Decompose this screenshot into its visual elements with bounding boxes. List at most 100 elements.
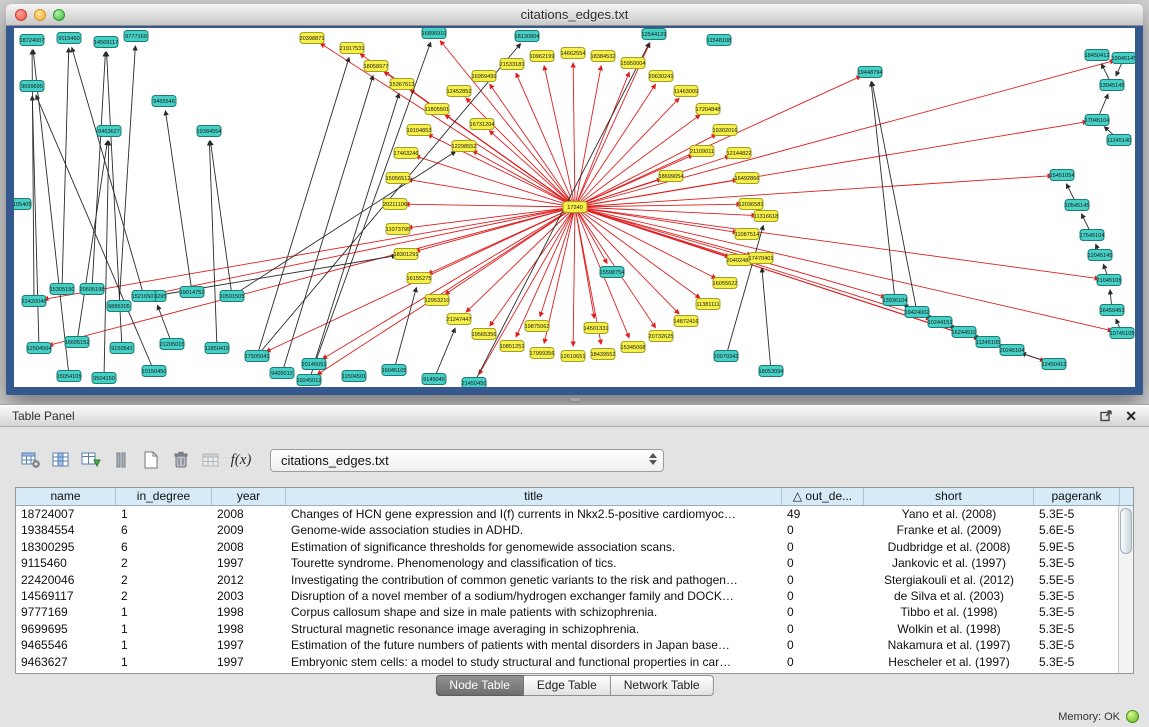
graph-node[interactable]: 15105405 [14,199,31,210]
close-button[interactable] [15,9,27,21]
graph-node[interactable]: 15598754 [600,267,625,278]
graph-node[interactable]: 22420046 [22,296,47,307]
table-row[interactable]: 1938455462009Genome-wide association stu… [16,522,1133,538]
graph-node[interactable]: 14569117 [94,37,118,48]
graph-node[interactable]: 16045105 [382,365,407,376]
graph-node[interactable]: 21205015 [160,339,185,350]
graph-node[interactable]: 11087514 [735,229,759,240]
graph-node[interactable]: 17045104 [1085,115,1110,126]
column-header-2[interactable]: year [212,488,286,505]
graph-node[interactable]: 11463009 [674,86,698,97]
graph-node[interactable]: 15367613 [390,79,415,90]
graph-node[interactable]: 19875062 [525,321,550,332]
float-panel-icon[interactable] [1100,409,1113,422]
graph-node[interactable]: 10970343 [714,351,739,362]
graph-node[interactable]: 10851251 [500,341,525,352]
graph-node[interactable]: 15950004 [621,58,646,69]
graph-node[interactable]: 12544129 [642,29,667,40]
graph-node[interactable]: 20211106 [383,199,407,210]
graph-node[interactable]: 16244510 [952,327,977,338]
graph-node[interactable]: 16959499 [472,71,497,82]
graph-node[interactable]: 15345068 [621,342,646,353]
graph-node[interactable]: 19014752 [180,287,205,298]
graph-node[interactable]: 12298552 [452,141,477,152]
graph-node[interactable]: 19565356 [472,329,497,340]
graph-node[interactable]: 11073795 [386,224,410,235]
graph-node[interactable]: 15305150 [50,284,75,295]
graph-node[interactable]: 18301291 [394,249,419,260]
graph-node[interactable]: 17204848 [696,104,721,115]
graph-node[interactable]: 12452852 [447,86,472,97]
graph-node[interactable]: 10501505 [220,291,245,302]
column-visibility-icon[interactable] [46,447,76,473]
tab-edge-table[interactable]: Edge Table [524,675,611,696]
column-header-4[interactable]: △ out_de... [782,488,864,505]
graph-node[interactable]: 13936104 [883,295,908,306]
graph-node[interactable]: 11805501 [425,104,449,115]
table-row[interactable]: 911546021997Tourette syndrome. Phenomeno… [16,555,1133,571]
graph-node[interactable]: 16055622 [713,278,738,289]
graph-node[interactable]: 21450450 [462,378,487,388]
window-titlebar[interactable]: citations_edges.txt [6,4,1143,26]
graph-node[interactable]: 20605198 [80,284,105,295]
graph-node[interactable]: 9777169 [124,31,148,42]
column-header-1[interactable]: in_degree [116,488,212,505]
table-scrollbar[interactable] [1118,506,1133,673]
graph-node[interactable]: 11504501 [342,371,366,382]
graph-node[interactable]: 21109011 [690,146,714,157]
graph-node[interactable]: 9145045 [422,374,446,385]
graph-node[interactable]: 21247447 [447,314,472,325]
graph-node[interactable]: 16605152 [65,337,90,348]
tab-node-table[interactable]: Node Table [435,675,524,696]
graph-node[interactable]: 12036581 [739,199,764,210]
panel-splitter-handle[interactable] [569,397,581,402]
graph-node[interactable]: 9463627 [97,126,121,137]
graph-node[interactable]: 10545145 [1065,200,1090,211]
graph-node[interactable]: 16450451 [1100,305,1125,316]
create-column-icon[interactable] [136,447,166,473]
graph-node[interactable]: 17463246 [394,148,419,159]
graph-node[interactable]: 13045145 [1100,80,1125,91]
graph-node[interactable]: 10244151 [928,317,953,328]
zoom-button[interactable] [53,9,65,21]
network-canvas[interactable]: 1724012036581110875142040248016055622113… [14,28,1135,387]
graph-node[interactable]: 20245104 [1000,345,1025,356]
graph-node[interactable]: 9886305 [107,301,131,312]
function-builder-icon[interactable]: f(x) [226,447,256,473]
graph-node[interactable]: 20630241 [649,71,674,82]
graph-node[interactable]: 14501331 [584,323,609,334]
graph-node[interactable]: 18450412 [1085,50,1110,61]
graph-node[interactable]: 15056512 [386,173,411,184]
graph-node[interactable]: 15054105 [57,371,82,382]
minimize-button[interactable] [34,9,46,21]
table-row[interactable]: 2242004622012Investigating the contribut… [16,572,1133,588]
table-row[interactable]: 1872400712008Changes of HCN gene express… [16,506,1133,522]
graph-node[interactable]: 9465546 [152,96,176,107]
table-row[interactable]: 1830029562008Estimation of significance … [16,539,1133,555]
graph-node[interactable]: 12144822 [727,148,752,159]
graph-node[interactable]: 14872416 [674,316,699,327]
graph-node[interactable]: 10150450 [142,366,167,377]
graph-node[interactable]: 9115460 [57,33,81,44]
row-height-icon[interactable] [106,447,136,473]
graph-node[interactable]: 17999356 [530,348,555,359]
graph-node[interactable]: 11850415 [205,343,229,354]
scrollbar-thumb[interactable] [1120,508,1132,554]
graph-node[interactable]: 12504504 [27,343,52,354]
graph-node[interactable]: 19104853 [407,125,432,136]
graph-node[interactable]: 18130804 [515,31,540,42]
graph-node[interactable]: 14662554 [561,48,586,59]
graph-node[interactable]: 9504150 [92,373,116,384]
column-header-3[interactable]: title [286,488,782,505]
graph-node[interactable]: 20732625 [649,331,674,342]
table-row[interactable]: 946362711997Embryonic stem cells: a mode… [16,654,1133,670]
graph-node[interactable]: 16731204 [470,119,495,130]
column-header-6[interactable]: pagerank [1034,488,1120,505]
graph-node[interactable]: 11245105 [976,337,1000,348]
graph-node[interactable]: 18053094 [759,366,784,377]
graph-node[interactable]: 17505041 [245,351,270,362]
graph-node[interactable]: 20145051 [302,359,327,370]
graph-node[interactable]: 19424002 [905,307,930,318]
graph-node[interactable]: 12045145 [1088,250,1113,261]
graph-node[interactable]: 18058977 [364,61,389,72]
